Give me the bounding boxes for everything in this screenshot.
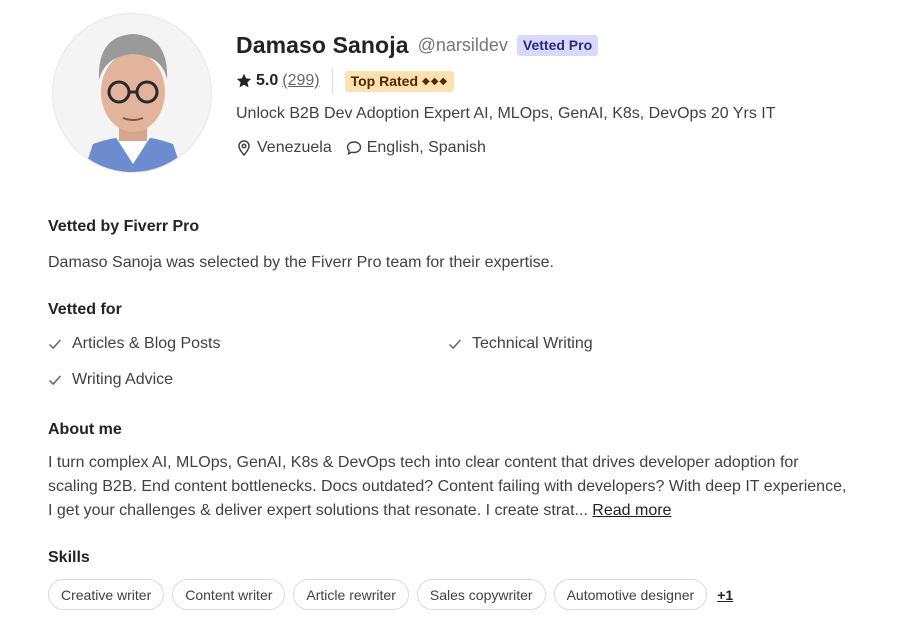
rating-value: 5.0 (256, 72, 279, 89)
read-more-link[interactable]: Read more (592, 502, 671, 519)
star-icon (236, 73, 252, 88)
rating-row: 5.0 (299) Top Rated ◆◆◆ (236, 67, 776, 95)
vetted-for-item: Technical Writing (448, 335, 593, 353)
seller-tagline: Unlock B2B Dev Adoption Expert AI, MLOps… (236, 105, 776, 122)
skill-tag[interactable]: Article rewriter (293, 579, 409, 610)
location-pin-icon (238, 140, 250, 156)
vetted-pro-badge: Vetted Pro (516, 34, 599, 56)
vetted-for-item: Articles & Blog Posts (48, 335, 221, 353)
diamond-icon: ◆◆◆ (422, 75, 449, 87)
seller-handle: @narsildev (417, 34, 508, 55)
profile-header: Damaso Sanoja @narsildev Vetted Pro 5.0 … (236, 30, 776, 159)
more-skills-link[interactable]: +1 (717, 587, 733, 603)
name-row: Damaso Sanoja @narsildev Vetted Pro (236, 30, 776, 60)
checkmark-icon (48, 339, 62, 350)
skills-list: Creative writer Content writer Article r… (48, 579, 733, 610)
seller-name[interactable]: Damaso Sanoja (236, 32, 409, 59)
meta-row: Venezuela English, Spanish (236, 137, 776, 159)
skill-tag[interactable]: Sales copywriter (416, 579, 546, 610)
vetted-for-label: Writing Advice (72, 371, 174, 388)
location: Venezuela (236, 139, 332, 157)
languages: English, Spanish (346, 139, 486, 157)
review-count-link[interactable]: (299) (282, 72, 319, 90)
about-body: I turn complex AI, MLOps, GenAI, K8s & D… (48, 454, 847, 519)
checkmark-icon (448, 339, 462, 350)
top-rated-label: Top Rated (350, 72, 419, 89)
vetted-for-label: Technical Writing (472, 335, 593, 352)
about-text: I turn complex AI, MLOps, GenAI, K8s & D… (48, 451, 848, 523)
speech-bubble-icon (346, 141, 361, 156)
vetted-for-label: Articles & Blog Posts (72, 335, 221, 352)
vetted-for-title: Vetted for (48, 301, 122, 318)
vetted-for-item: Writing Advice (48, 371, 173, 389)
divider (331, 68, 333, 94)
location-text: Venezuela (257, 139, 332, 156)
skill-tag[interactable]: Creative writer (48, 579, 165, 610)
skills-title: Skills (48, 549, 90, 566)
avatar (52, 13, 212, 173)
vetted-by-title: Vetted by Fiverr Pro (48, 218, 200, 235)
vetted-by-text: Damaso Sanoja was selected by the Fiverr… (48, 254, 554, 271)
top-rated-badge: Top Rated ◆◆◆ (344, 70, 455, 92)
skill-tag[interactable]: Content writer (172, 579, 286, 610)
languages-text: English, Spanish (366, 139, 486, 156)
about-title: About me (48, 421, 122, 438)
skill-tag[interactable]: Automotive designer (553, 579, 708, 610)
checkmark-icon (48, 375, 62, 386)
